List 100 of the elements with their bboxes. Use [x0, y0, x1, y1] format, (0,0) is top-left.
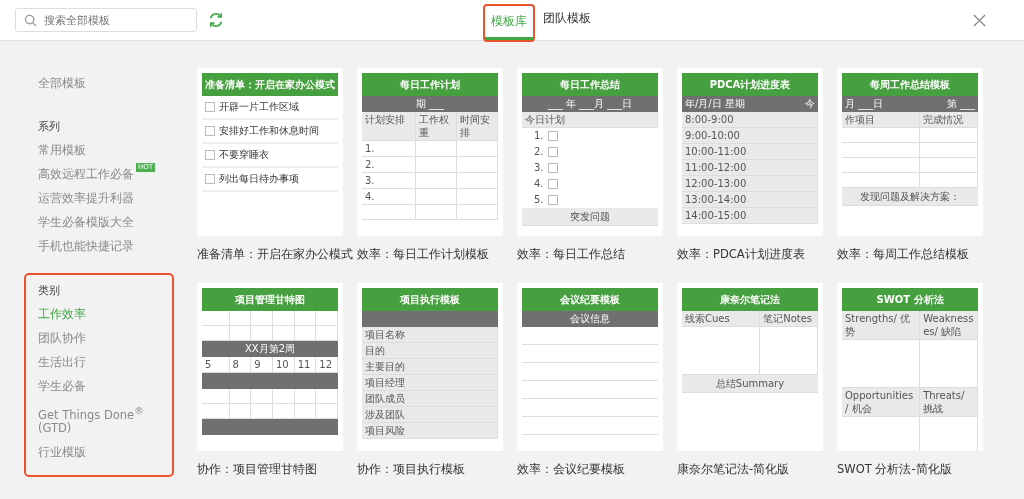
preview-cell — [272, 311, 295, 327]
preview-row: 总结Summary — [682, 375, 818, 394]
preview-cell: 12:00-13:00 — [682, 176, 818, 192]
preview-check-row: 5. — [522, 192, 658, 208]
preview-cell — [416, 141, 458, 157]
preview-title: 每日工作总结 — [522, 73, 658, 96]
section-heading: 系列 — [38, 119, 61, 135]
preview-title: 项目执行模板 — [362, 288, 498, 312]
preview-cell — [457, 205, 498, 220]
template-preview[interactable]: 每周工作总结模板 月 ___日 第 ___ 作项目 完成情况 发现问题及解决方案： — [837, 68, 983, 236]
preview-cell: 2. — [362, 157, 417, 173]
preview-bar: 期 ___ — [362, 96, 498, 112]
template-caption: 效率：PDCA计划进度表 — [677, 247, 805, 262]
preview-cell — [251, 311, 273, 327]
preview-bar: 年/月/日 星期 今 — [682, 96, 818, 112]
preview-cell — [202, 311, 230, 327]
preview-title: 项目管理甘特图 — [202, 288, 338, 312]
template-preview[interactable]: 每日工作计划 期 ___ 计划安排 工作权重 时间安排 1. 2. 3. 4. — [357, 68, 503, 236]
preview-cell — [416, 157, 458, 173]
preview-check-row: 2. — [522, 144, 658, 160]
template-caption: 协作：项目管理甘特图 — [197, 462, 317, 478]
template-preview[interactable]: 每日工作总结 ___ 年 ___月 ___日 今日计划 1. 2. 3. 4. 5. 突发问题 — [517, 68, 663, 236]
preview-cell: 项目经理 — [362, 375, 498, 392]
sidebar-item[interactable]: 全部模板 — [24, 71, 165, 95]
preview-cell — [457, 157, 498, 173]
template-preview[interactable]: 准备清单：开启在家办公模式 开辟一片工作区域 安排好工作和休息时间 不要穿睡衣 列出每日待办事项 — [197, 68, 343, 236]
preview-cell: 3. — [362, 173, 417, 189]
preview-cell — [920, 158, 978, 173]
preview-cell: 1. — [362, 141, 417, 157]
tab[interactable]: 模板库 — [485, 6, 533, 40]
checkbox-icon — [547, 147, 558, 157]
sidebar-item[interactable]: Get Things Done$^{®}$ (GTD) — [38, 399, 160, 441]
sidebar-item[interactable]: 常用模板 — [38, 139, 86, 163]
refresh-icon[interactable] — [207, 11, 225, 29]
sidebar-item[interactable]: 学生必备模版大全 — [38, 211, 134, 235]
checkbox-icon — [205, 102, 215, 112]
preview-cell: 8:00-9:00 — [682, 112, 818, 128]
preview-check-row: 4. — [522, 176, 658, 192]
sidebar-item[interactable]: 学生必备 — [38, 375, 86, 399]
preview-task: 安排好工作和休息时间 — [202, 120, 338, 144]
preview-cell — [920, 128, 978, 143]
preview-cell: 9:00-10:00 — [682, 128, 818, 144]
preview-cell: 10:00-11:00 — [682, 144, 818, 160]
template-caption: SWOT 分析法-简化版 — [837, 462, 952, 478]
template-caption: 协作：项目执行模板 — [357, 462, 465, 478]
preview-cell: Weaknesses/ 缺陷 — [920, 311, 978, 341]
close-icon[interactable] — [973, 13, 986, 27]
template-caption: 康奈尔笔记法-简化版 — [677, 462, 790, 478]
preview-cell — [294, 389, 317, 405]
preview-cell: 目的 — [362, 343, 498, 360]
sidebar-item[interactable]: 团队协作 — [38, 327, 86, 351]
preview-task: 列出每日待办事项 — [202, 168, 338, 192]
preview-bar: ___ 年 ___月 ___日 — [522, 96, 658, 112]
template-preview[interactable]: 会议纪要模板 会议信息 — [517, 283, 663, 452]
preview-bar: XX月第2周 — [202, 341, 338, 358]
sidebar-item[interactable]: 手机也能快捷记录 — [38, 235, 134, 259]
preview-cell — [920, 143, 978, 158]
preview-title: PDCA计划进度表 — [682, 73, 818, 96]
preview-title: 每日工作计划 — [362, 73, 498, 96]
template-preview[interactable]: 康奈尔笔记法 线索Cues 笔记Notes 总结Summary — [677, 283, 823, 452]
preview-title: 会议纪要模板 — [522, 288, 658, 312]
template-caption: 效率：每周工作总结模板 — [837, 247, 969, 262]
preview-cell: Opportunities/ 机会 — [842, 388, 921, 418]
preview-cell: Strengths/ 优势 — [842, 311, 921, 341]
preview-check-row: 3. — [522, 160, 658, 176]
preview-task: 开辟一片工作区域 — [202, 96, 338, 120]
preview-cell: 完成情况 — [920, 112, 978, 128]
preview-cell — [416, 173, 458, 189]
preview-cell: 工作权重 — [416, 112, 458, 141]
checkbox-icon — [547, 163, 558, 173]
preview-cell: 项目名称 — [362, 327, 498, 344]
tab[interactable]: 团队模板 — [537, 2, 597, 38]
preview-cell: 今日计划 — [522, 112, 658, 128]
section-heading: 类别 — [38, 283, 61, 299]
template-preview[interactable]: 项目执行模板 项目名称 目的 主要目的 项目经理 团队成员 涉及团队 项目风险 — [357, 283, 503, 452]
template-caption: 准备清单：开启在家办公模式 — [197, 247, 353, 262]
preview-cell — [316, 389, 338, 405]
sidebar-item[interactable]: 生活出行 — [38, 351, 86, 375]
preview-cell: 时间安排 — [457, 112, 498, 141]
preview-cell: Threats/ 挑战 — [920, 388, 978, 418]
checkbox-icon — [205, 150, 215, 160]
preview-cell — [457, 173, 498, 189]
template-preview[interactable]: SWOT 分析法 Strengths/ 优势 Weaknesses/ 缺陷 Opportunities/ 机会 Threats/ 挑战 — [837, 283, 983, 452]
preview-cell — [362, 205, 417, 220]
search-field[interactable]: 搜索全部模板 — [15, 8, 197, 32]
preview-bar: 月 ___日 第 ___ — [842, 96, 978, 112]
sidebar-item[interactable]: 工作效率 — [38, 303, 86, 327]
preview-title: 每周工作总结模板 — [842, 73, 978, 96]
preview-cell: 4. — [362, 189, 417, 205]
preview-bar: 会议信息 — [522, 311, 658, 328]
sidebar-item[interactable]: 行业模版 — [38, 440, 86, 465]
preview-cell — [457, 189, 498, 205]
template-caption: 效率：会议纪要模板 — [517, 462, 625, 478]
template-preview[interactable]: PDCA计划进度表 年/月/日 星期 今 8:00-9:00 9:00-10:00 10:00-11:00 11:00-12:00 12:00-13:00 13:00-14:00 14:00-15:00 — [677, 68, 823, 236]
sidebar-item[interactable]: 高效远程工作必备 — [38, 163, 134, 187]
sidebar-item[interactable]: 运营效率提升利器 — [38, 187, 134, 211]
preview-cell: 14:00-15:00 — [682, 208, 818, 224]
template-preview[interactable]: 项目管理甘特图 XX月第2周 5 8 9 10 11 12 — [197, 283, 343, 452]
template-caption: 效率：每日工作计划模板 — [357, 247, 489, 262]
preview-cell — [416, 189, 458, 205]
